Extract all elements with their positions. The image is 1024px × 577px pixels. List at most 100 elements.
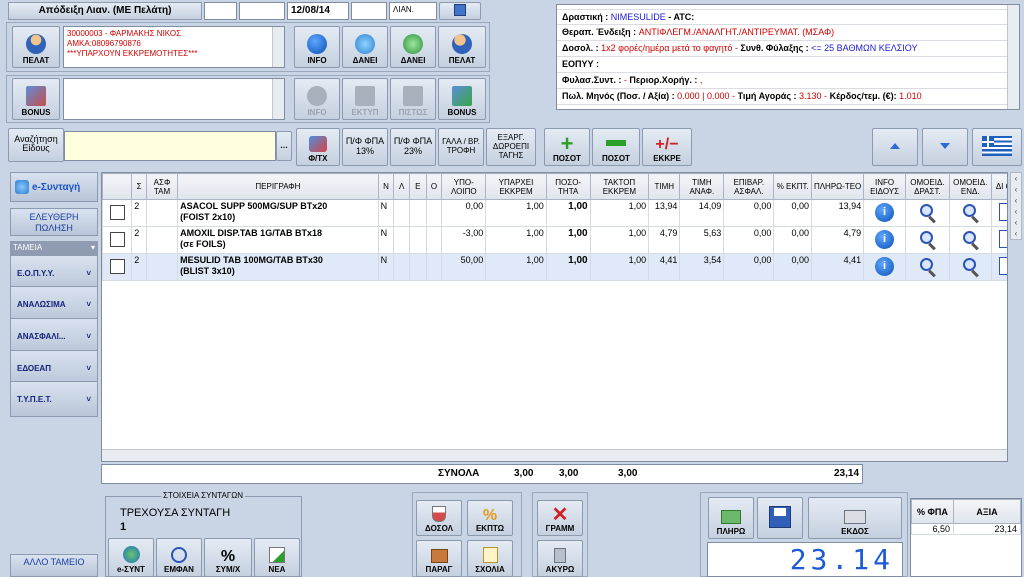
edit-button[interactable] — [439, 2, 481, 20]
col-settle-pending[interactable]: ΤΑΚΤΟΠ ΕΚΚΡΕΜ — [589, 173, 650, 200]
col-price[interactable]: ΤΙΜΗ — [648, 173, 681, 200]
fund-typet[interactable]: Τ.Υ.Π.Ε.Τ. ˅ — [10, 381, 98, 417]
esynt-button[interactable]: e-ΣΥΝΤ — [108, 538, 154, 577]
row-checkbox[interactable] — [109, 205, 125, 220]
col-s[interactable]: Σ — [131, 173, 147, 200]
cell-similar-indication[interactable] — [948, 226, 992, 254]
bonus-button[interactable]: BONUS — [12, 78, 60, 120]
vat13-button[interactable]: Π/Φ ΦΠΑ 13% — [342, 128, 388, 166]
search-dots-button[interactable]: … — [276, 131, 292, 161]
grid-side-arrows[interactable]: ‹ ‹ ‹ ‹ ‹ ‹ — [1010, 172, 1022, 240]
col-e[interactable]: Ε — [408, 173, 427, 200]
col-quantity[interactable]: ΠΟΣΟ-ΤΗΤΑ — [545, 173, 591, 200]
row-checkbox-cell[interactable] — [102, 253, 133, 281]
row-checkbox-cell[interactable] — [102, 199, 133, 227]
cell-similar-indication[interactable] — [948, 199, 992, 227]
table-row[interactable]: 2 ASACOL SUPP 500MG/SUP BTx20 (FOIST 2x10… — [102, 199, 1007, 227]
show-button[interactable]: ΕΜΦΑΝ — [156, 538, 202, 577]
language-button[interactable] — [972, 128, 1022, 166]
col-select[interactable] — [102, 173, 133, 200]
magnifier-icon[interactable] — [959, 230, 981, 251]
delete-line-button[interactable]: ✕ ΓΡΑΜΜ — [537, 500, 583, 536]
issue-button[interactable]: ΕΚΔΟΣ — [808, 497, 902, 539]
magnifier-icon[interactable] — [959, 203, 981, 224]
comments-button[interactable]: ΣΧΟΛΙΑ — [467, 540, 513, 577]
col-extra[interactable]: ΔΙ ΘΣ — [990, 173, 1007, 200]
bonus-credit-button[interactable]: ΠΙΣΤΩΣ — [390, 78, 436, 120]
loan-button-2[interactable]: ΔΑΝΕΙ — [390, 26, 436, 68]
customer-info-button[interactable]: INFO — [294, 26, 340, 68]
bonus-info-box[interactable] — [63, 78, 285, 120]
col-similar-active[interactable]: ΟΜΟΕΙΔ. ΔΡΑΣΤ. — [904, 173, 950, 200]
header-field-2[interactable] — [239, 2, 285, 20]
new-customer-button[interactable]: ΠΕΛΑΤ — [438, 26, 486, 68]
esyntagi-button[interactable]: e-Συνταγή — [10, 172, 98, 202]
cell-quantity[interactable]: 1,00 — [545, 253, 591, 281]
document-icon[interactable] — [999, 230, 1007, 248]
magnifier-icon[interactable] — [959, 257, 981, 278]
qty-minus-button[interactable]: ΠΟΣΟΤ — [592, 128, 640, 166]
other-fund-button[interactable]: ΑΛΛΟ ΤΑΜΕΙΟ — [10, 554, 98, 577]
row-checkbox[interactable] — [109, 259, 125, 274]
document-icon[interactable] — [999, 257, 1007, 275]
customer-info-box[interactable]: 30000003 - ΦΑΡΜΑΚΗΣ ΝΙΚΟΣ ΑΜΚΑ:080967908… — [63, 26, 285, 68]
cell-quantity[interactable]: 1,00 — [545, 199, 591, 227]
drug-info-scrollbar[interactable] — [1007, 5, 1019, 109]
cell-info[interactable]: i — [863, 199, 906, 227]
cell-similar-active[interactable] — [904, 199, 950, 227]
cell-info[interactable]: i — [863, 226, 906, 254]
magnifier-icon[interactable] — [916, 203, 938, 224]
info-icon[interactable]: i — [875, 257, 895, 276]
milk-food-button[interactable]: ΓΑΛΑ / ΒΡ. ΤΡΟΦΗ — [438, 128, 484, 166]
discount-button[interactable]: % ΕΚΠΤΩ — [467, 500, 513, 536]
save-button[interactable] — [757, 497, 803, 539]
magnifier-icon[interactable] — [916, 257, 938, 278]
cell-similar-indication[interactable] — [948, 253, 992, 281]
col-info[interactable]: INFO ΕΙΔΟΥΣ — [863, 173, 906, 200]
bonus-scrollbar[interactable] — [272, 79, 284, 119]
col-similar-indication[interactable]: ΟΜΟΕΙΔ. ΕΝΔ. — [948, 173, 992, 200]
cell-info[interactable]: i — [863, 253, 906, 281]
cell-extra[interactable] — [990, 199, 1007, 227]
loan-button-1[interactable]: ΔΑΝΕΙ — [342, 26, 388, 68]
header-field-3[interactable] — [351, 2, 387, 20]
cell-quantity[interactable]: 1,00 — [545, 226, 591, 254]
cell-extra[interactable] — [990, 253, 1007, 281]
cancel-button[interactable]: ΑΚΥΡΩ — [537, 540, 583, 577]
customer-scrollbar[interactable] — [272, 27, 284, 67]
col-remaining[interactable]: ΥΠΟ-ΛΟΙΠΟ — [441, 173, 487, 200]
col-o[interactable]: Ο — [425, 173, 443, 200]
search-input[interactable] — [64, 131, 276, 161]
customer-button[interactable]: ΠΕΛΑΤ — [12, 26, 60, 68]
order-button[interactable]: ΠΑΡΑΓ — [416, 540, 462, 577]
fund-uninsured[interactable]: ΑΝΑΣΦΑΛΙ... ˅ — [10, 318, 98, 354]
qty-plus-button[interactable]: + ΠΟΣΟΤ — [544, 128, 590, 166]
cell-similar-active[interactable] — [904, 226, 950, 254]
col-payable[interactable]: ΠΛΗΡΩ-ΤΕΟ — [810, 173, 865, 200]
type-code-field[interactable]: ΛΙΑΝ. — [389, 2, 437, 20]
table-row[interactable]: 2 AMOXIL DISP.TAB 1G/TAB BTx18 (σε FOILS)… — [102, 226, 1007, 254]
percent-button[interactable]: % ΣΥΜ/Χ — [204, 538, 252, 577]
pay-button[interactable]: ΠΛΗΡΩ — [708, 497, 754, 539]
ftx-button[interactable]: Φ/ΤΧ — [296, 128, 340, 166]
magnifier-icon[interactable] — [916, 230, 938, 251]
col-n[interactable]: Ν — [377, 173, 395, 200]
bonus-add-button[interactable]: BONUS — [438, 78, 486, 120]
header-field-1[interactable] — [204, 2, 237, 20]
date-field[interactable]: 12/08/14 — [287, 2, 349, 20]
grid-hscrollbar[interactable] — [102, 449, 1007, 461]
fund-consumables[interactable]: ΑΝΑΛΩΣΙΜΑ ˅ — [10, 286, 98, 322]
row-checkbox[interactable] — [109, 232, 125, 247]
row-up-button[interactable] — [872, 128, 918, 166]
new-prescription-button[interactable]: ΝΕΑ — [254, 538, 300, 577]
col-description[interactable]: ΠΕΡΙΓΡΑΦΗ — [177, 173, 379, 200]
col-l[interactable]: Λ — [393, 173, 410, 200]
free-sale-button[interactable]: ΕΛΕΥΘΕΡΗ ΠΩΛΗΣΗ — [10, 208, 98, 236]
document-icon[interactable] — [999, 203, 1007, 221]
row-checkbox-cell[interactable] — [102, 226, 133, 254]
bonus-info-button[interactable]: INFO — [294, 78, 340, 120]
row-down-button[interactable] — [922, 128, 968, 166]
bonus-print-button[interactable]: ΕΚΤΥΠ — [342, 78, 388, 120]
col-discount[interactable]: % ΕΚΠΤ. — [773, 173, 812, 200]
vat23-button[interactable]: Π/Φ ΦΠΑ 23% — [390, 128, 436, 166]
